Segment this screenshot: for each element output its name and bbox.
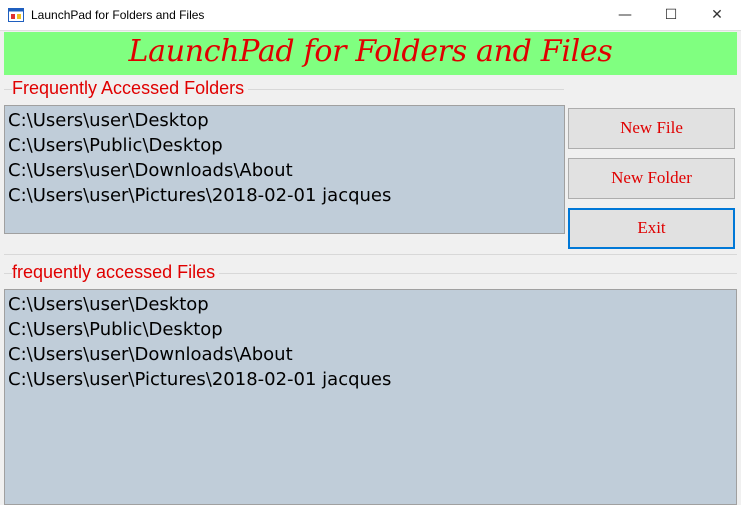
folder-list-item[interactable]: C:\Users\user\Desktop [8,108,564,133]
folders-section-label: Frequently Accessed Folders [12,78,249,99]
folder-list-item[interactable]: C:\Users\user\Pictures\2018-02-01 jacque… [8,183,564,208]
file-list-item[interactable]: C:\Users\user\Downloads\About [8,342,736,367]
maximize-button[interactable]: ☐ [648,0,694,31]
title-bar[interactable]: LaunchPad for Folders and Files — ☐ ✕ [0,0,741,31]
close-icon: ✕ [711,7,723,23]
banner-title: LaunchPad for Folders and Files [128,34,613,69]
files-section-label: frequently accessed Files [12,262,220,283]
folders-listbox[interactable]: C:\Users\user\Desktop C:\Users\Public\De… [4,105,565,234]
new-file-button[interactable]: New File [568,108,735,149]
maximize-icon: ☐ [664,7,678,23]
files-listbox[interactable]: C:\Users\user\Desktop C:\Users\Public\De… [4,289,737,505]
minimize-button[interactable]: — [602,0,648,31]
window-title: LaunchPad for Folders and Files [31,8,205,22]
folder-list-item[interactable]: C:\Users\Public\Desktop [8,133,564,158]
section-separator [4,254,737,255]
app-icon [8,8,24,22]
exit-button[interactable]: Exit [568,208,735,249]
file-list-item[interactable]: C:\Users\user\Desktop [8,292,736,317]
title-banner: LaunchPad for Folders and Files [4,32,737,75]
folder-list-item[interactable]: C:\Users\user\Downloads\About [8,158,564,183]
file-list-item[interactable]: C:\Users\user\Pictures\2018-02-01 jacque… [8,367,736,392]
minimize-icon: — [618,7,632,23]
close-button[interactable]: ✕ [694,0,740,31]
new-folder-button[interactable]: New Folder [568,158,735,199]
file-list-item[interactable]: C:\Users\Public\Desktop [8,317,736,342]
